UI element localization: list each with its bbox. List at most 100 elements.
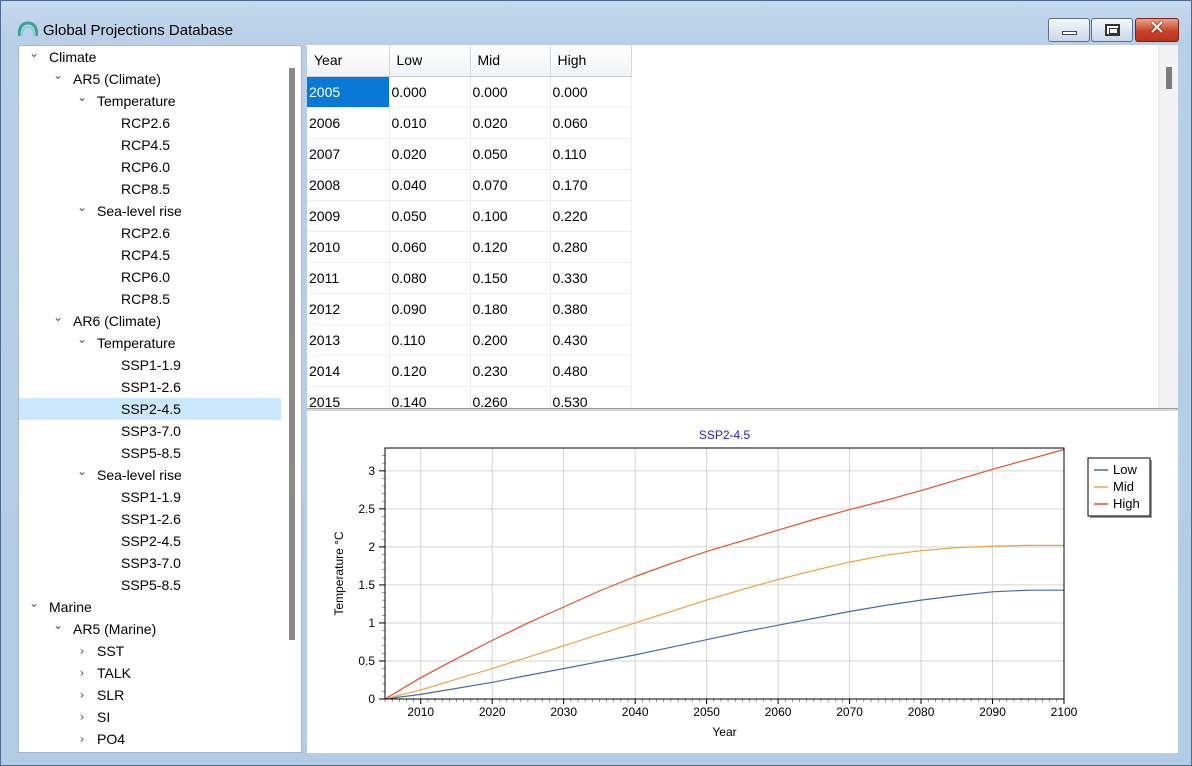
maximize-icon bbox=[1105, 24, 1120, 36]
tree-item-rcp4-5[interactable]: RCP4.5 bbox=[19, 134, 281, 156]
table-cell[interactable]: 2006 bbox=[307, 107, 390, 139]
tree-item-ar6-climate[interactable]: ⌄ AR6 (Climate) bbox=[19, 310, 281, 332]
table-cell[interactable]: 0.230 bbox=[470, 355, 551, 387]
chevron-down-icon[interactable]: ⌄ bbox=[75, 460, 89, 482]
table-cell[interactable]: 2012 bbox=[307, 293, 390, 325]
tree-item-ssp1-2-6[interactable]: SSP1-2.6 bbox=[19, 508, 281, 530]
chevron-down-icon[interactable]: ⌄ bbox=[51, 64, 65, 86]
tree-item-sea-level-rise[interactable]: ⌄ Sea-level rise bbox=[19, 200, 281, 222]
table-cell[interactable]: 0.020 bbox=[389, 138, 471, 170]
table-scrollbar[interactable] bbox=[1158, 45, 1178, 408]
chevron-down-icon[interactable]: ⌄ bbox=[27, 46, 41, 64]
table-cell[interactable]: 0.260 bbox=[470, 386, 551, 408]
table-cell[interactable]: 0.100 bbox=[470, 200, 551, 232]
table-cell[interactable]: 0.000 bbox=[470, 76, 551, 108]
tree-item-ar5-marine[interactable]: ⌄ AR5 (Marine) bbox=[19, 618, 281, 640]
tree-item-ssp1-1-9[interactable]: SSP1-1.9 bbox=[19, 486, 281, 508]
chevron-down-icon[interactable]: ⌄ bbox=[27, 592, 41, 614]
table-cell[interactable]: 0.170 bbox=[550, 169, 632, 201]
table-cell[interactable]: 0.010 bbox=[389, 107, 471, 139]
tree-item-po4[interactable]: › PO4 bbox=[19, 728, 281, 750]
tree-item-slr[interactable]: › SLR bbox=[19, 684, 281, 706]
column-header-low[interactable]: Low bbox=[389, 45, 471, 77]
tree-item-rcp4-5[interactable]: RCP4.5 bbox=[19, 244, 281, 266]
tree-item-ssp2-4-5[interactable]: SSP2-4.5 bbox=[19, 398, 281, 420]
tree-item-ar5-climate[interactable]: ⌄ AR5 (Climate) bbox=[19, 68, 281, 90]
chevron-right-icon[interactable]: › bbox=[75, 662, 89, 684]
table-cell[interactable]: 0.080 bbox=[389, 262, 471, 294]
table-cell[interactable]: 0.060 bbox=[550, 107, 632, 139]
tree-item-ssp1-2-6[interactable]: SSP1-2.6 bbox=[19, 376, 281, 398]
tree-item-ssp3-7-0[interactable]: SSP3-7.0 bbox=[19, 552, 281, 574]
table-cell[interactable]: 2007 bbox=[307, 138, 390, 170]
table-cell[interactable]: 0.110 bbox=[550, 138, 632, 170]
table-cell[interactable]: 0.000 bbox=[550, 76, 632, 108]
tree-item-temperature[interactable]: ⌄ Temperature bbox=[19, 90, 281, 112]
table-cell[interactable]: 0.530 bbox=[550, 386, 632, 408]
table-cell[interactable]: 0.480 bbox=[550, 355, 632, 387]
tree-item-rcp2-6[interactable]: RCP2.6 bbox=[19, 222, 281, 244]
table-cell[interactable]: 0.020 bbox=[470, 107, 551, 139]
tree-scrollbar-thumb[interactable] bbox=[289, 68, 295, 640]
chevron-down-icon[interactable]: ⌄ bbox=[75, 86, 89, 108]
table-cell[interactable]: 2013 bbox=[307, 324, 390, 356]
table-cell[interactable]: 2011 bbox=[307, 262, 390, 294]
column-header-mid[interactable]: Mid bbox=[470, 45, 551, 77]
table-cell[interactable]: 0.000 bbox=[389, 76, 471, 108]
table-cell[interactable]: 0.200 bbox=[470, 324, 551, 356]
table-cell[interactable]: 2008 bbox=[307, 169, 390, 201]
tree-item-rcp6-0[interactable]: RCP6.0 bbox=[19, 156, 281, 178]
chevron-down-icon[interactable]: ⌄ bbox=[75, 196, 89, 218]
title-bar[interactable]: Global Projections Database ✕ bbox=[1, 1, 1191, 42]
projection-tree[interactable]: ⌄ Climate ⌄ AR5 (Climate) ⌄ Temperature RCP2.6… bbox=[18, 45, 302, 753]
table-cell[interactable]: 0.280 bbox=[550, 231, 632, 263]
chevron-right-icon[interactable]: › bbox=[75, 706, 89, 728]
maximize-button[interactable] bbox=[1091, 18, 1133, 42]
table-cell[interactable]: 0.380 bbox=[550, 293, 632, 325]
tree-item-ssp3-7-0[interactable]: SSP3-7.0 bbox=[19, 420, 281, 442]
table-cell[interactable]: 0.090 bbox=[389, 293, 471, 325]
table-cell[interactable]: 0.110 bbox=[389, 324, 471, 356]
tree-item-ssp5-8-5[interactable]: SSP5-8.5 bbox=[19, 574, 281, 596]
column-header-year[interactable]: Year bbox=[307, 45, 390, 77]
table-cell[interactable]: 2005 bbox=[307, 76, 390, 108]
table-cell[interactable]: 0.060 bbox=[389, 231, 471, 263]
tree-item-ssp2-4-5[interactable]: SSP2-4.5 bbox=[19, 530, 281, 552]
column-header-high[interactable]: High bbox=[550, 45, 632, 77]
table-cell[interactable]: 2010 bbox=[307, 231, 390, 263]
table-cell[interactable]: 0.430 bbox=[550, 324, 632, 356]
chevron-right-icon[interactable]: › bbox=[75, 640, 89, 662]
table-scrollbar-thumb[interactable] bbox=[1166, 67, 1172, 89]
chevron-down-icon[interactable]: ⌄ bbox=[51, 614, 65, 636]
table-cell[interactable]: 0.180 bbox=[470, 293, 551, 325]
table-cell[interactable]: 2015 bbox=[307, 386, 390, 408]
table-cell[interactable]: 2014 bbox=[307, 355, 390, 387]
tree-item-talk[interactable]: › TALK bbox=[19, 662, 281, 684]
minimize-button[interactable] bbox=[1048, 18, 1090, 42]
table-cell[interactable]: 0.120 bbox=[389, 355, 471, 387]
chevron-down-icon[interactable]: ⌄ bbox=[75, 328, 89, 350]
close-button[interactable]: ✕ bbox=[1135, 17, 1179, 42]
tree-item-ssp5-8-5[interactable]: SSP5-8.5 bbox=[19, 442, 281, 464]
table-cell[interactable]: 0.150 bbox=[470, 262, 551, 294]
tree-item-rcp8-5[interactable]: RCP8.5 bbox=[19, 178, 281, 200]
chevron-down-icon[interactable]: ⌄ bbox=[51, 306, 65, 328]
tree-item-sea-level-rise[interactable]: ⌄ Sea-level rise bbox=[19, 464, 281, 486]
table-cell[interactable]: 0.050 bbox=[389, 200, 471, 232]
table-cell[interactable]: 0.070 bbox=[470, 169, 551, 201]
tree-item-ssp1-1-9[interactable]: SSP1-1.9 bbox=[19, 354, 281, 376]
table-cell[interactable]: 0.330 bbox=[550, 262, 632, 294]
tree-item-si[interactable]: › SI bbox=[19, 706, 281, 728]
tree-item-rcp6-0[interactable]: RCP6.0 bbox=[19, 266, 281, 288]
table-cell[interactable]: 0.040 bbox=[389, 169, 471, 201]
tree-item-sst[interactable]: › SST bbox=[19, 640, 281, 662]
chevron-right-icon[interactable]: › bbox=[75, 684, 89, 706]
table-cell[interactable]: 0.120 bbox=[470, 231, 551, 263]
chevron-right-icon[interactable]: › bbox=[75, 728, 89, 750]
tree-item-temperature[interactable]: ⌄ Temperature bbox=[19, 332, 281, 354]
tree-item-rcp2-6[interactable]: RCP2.6 bbox=[19, 112, 281, 134]
table-cell[interactable]: 0.220 bbox=[550, 200, 632, 232]
table-cell[interactable]: 2009 bbox=[307, 200, 390, 232]
table-cell[interactable]: 0.050 bbox=[470, 138, 551, 170]
table-cell[interactable]: 0.140 bbox=[389, 386, 471, 408]
